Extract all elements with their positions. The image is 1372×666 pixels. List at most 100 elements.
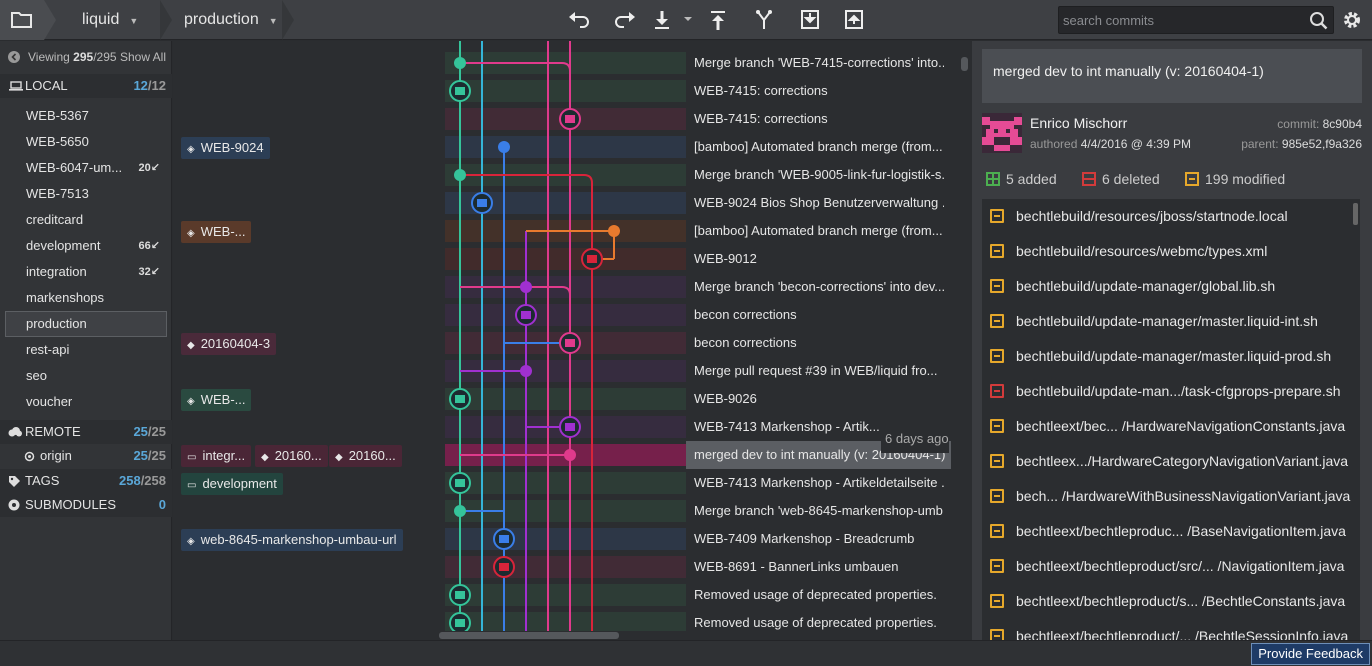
ref-label-web-8645[interactable]: ◈ web-8645-markenshop-umbau-url xyxy=(181,529,403,551)
commit-message[interactable]: merged dev to int manually (v: 20160404-… xyxy=(982,49,1362,103)
branch-name: WEB-7513 xyxy=(26,186,89,201)
commit-avatar-glyph xyxy=(565,423,575,431)
commit-dot xyxy=(608,225,620,237)
submodule-icon xyxy=(8,499,20,511)
local-count: 12/12 xyxy=(133,78,166,93)
file-row[interactable]: bechtleext/bechtleproduc... /BaseNavigat… xyxy=(982,514,1354,549)
commit-avatar-glyph xyxy=(521,311,531,319)
scroll-thumb[interactable] xyxy=(961,57,968,71)
sidebar-branch-item[interactable]: WEB-5367 xyxy=(0,103,172,129)
branch-name: production xyxy=(26,316,87,331)
commit-dot xyxy=(520,365,532,377)
graph-horizontal-scrollbar[interactable] xyxy=(173,631,972,640)
viewing-row: Viewing 295/295 Show All xyxy=(0,45,172,69)
repo-name: liquid xyxy=(82,11,120,28)
sidebar-branch-item[interactable]: seo xyxy=(0,363,172,389)
pop-button[interactable] xyxy=(842,8,868,32)
commit-avatar-glyph xyxy=(455,87,465,95)
ref-label-tag-b[interactable]: ◆ 20160... xyxy=(329,445,402,467)
file-row[interactable]: bechtlebuild/update-man.../task-cfgprops… xyxy=(982,374,1354,409)
file-path: bechtlebuild/resources/jboss/startnode.l… xyxy=(1016,208,1288,224)
file-row[interactable]: bechtlebuild/resources/jboss/startnode.l… xyxy=(982,199,1354,234)
repo-selector[interactable]: liquid ▼ xyxy=(82,0,138,40)
commit-avatar-glyph xyxy=(499,563,509,571)
show-all-link[interactable]: Show All xyxy=(120,45,166,69)
tags-count: 258/258 xyxy=(118,473,166,488)
file-row[interactable]: bechtlebuild/update-manager/master.liqui… xyxy=(982,304,1354,339)
redo-button[interactable] xyxy=(612,8,638,32)
modified-file-icon xyxy=(990,349,1004,363)
branch-button[interactable] xyxy=(752,8,778,32)
toolbar: liquid ▼ production ▼ xyxy=(0,0,1372,40)
settings-button[interactable] xyxy=(1340,8,1364,32)
file-row[interactable]: bechtlebuild/update-manager/global.lib.s… xyxy=(982,269,1354,304)
branch-selector[interactable]: production ▼ xyxy=(184,0,278,40)
remote-origin[interactable]: origin 25/25 xyxy=(0,444,172,468)
file-list-scroll-thumb[interactable] xyxy=(1353,203,1358,225)
author-name: Enrico Mischorr xyxy=(1030,115,1128,131)
sidebar-branch-item[interactable]: voucher xyxy=(0,389,172,415)
tag-icon: ◆ xyxy=(261,452,269,463)
file-row[interactable]: bechtleext/bechtleproduct/s... /BechtleC… xyxy=(982,584,1354,619)
ref-label-web-9024[interactable]: ◈ WEB-9024 xyxy=(181,137,270,159)
modified-file-icon xyxy=(990,244,1004,258)
avatar xyxy=(982,113,1022,153)
sidebar-branch-item[interactable]: WEB-6047-um... 20↙ xyxy=(0,155,172,181)
file-row[interactable]: bechtleex.../HardwareCategoryNavigationV… xyxy=(982,444,1354,479)
file-row[interactable]: bechtleext/bechtleproduct/... /BechtleSe… xyxy=(982,619,1354,640)
tags-section-header[interactable]: TAGS 258/258 xyxy=(0,469,172,493)
sidebar-branch-item[interactable]: WEB-5650 xyxy=(0,129,172,155)
back-arrow-icon[interactable] xyxy=(8,51,20,63)
commit-dot xyxy=(454,505,466,517)
commit-avatar-glyph xyxy=(455,619,465,627)
open-repo-button[interactable] xyxy=(0,0,44,40)
sidebar-branch-item[interactable]: integration 32↙ xyxy=(0,259,172,285)
file-path: bechtleext/bechtleproduc... /BaseNavigat… xyxy=(1016,523,1346,539)
commit-avatar-glyph xyxy=(565,339,575,347)
remote-section-header[interactable]: REMOTE 25/25 xyxy=(0,420,172,444)
sidebar-branch-item[interactable]: rest-api xyxy=(0,337,172,363)
sidebar-branch-item[interactable]: markenshops xyxy=(0,285,172,311)
breadcrumb-separator xyxy=(44,0,56,40)
sidebar: Viewing 295/295 Show All LOCAL 12/12 WEB… xyxy=(0,41,172,640)
provide-feedback-button[interactable]: Provide Feedback xyxy=(1251,643,1370,665)
ref-label-web-short-2[interactable]: ◈ WEB-... xyxy=(181,389,252,411)
search-input[interactable] xyxy=(1063,10,1299,30)
pull-button[interactable] xyxy=(650,8,694,32)
submodules-section-header[interactable]: SUBMODULES 0 xyxy=(0,493,172,517)
graph-vertical-scrollbar[interactable] xyxy=(958,41,972,631)
stash-button[interactable] xyxy=(798,8,824,32)
branch-name: seo xyxy=(26,368,47,383)
sidebar-branch-item[interactable]: WEB-7513 xyxy=(0,181,172,207)
branch-name: WEB-6047-um... xyxy=(26,160,123,175)
undo-button[interactable] xyxy=(566,8,592,32)
folder-icon xyxy=(11,12,32,28)
ref-label-integration[interactable]: ▭ integr... xyxy=(181,445,252,467)
file-row[interactable]: bechtlebuild/update-manager/master.liqui… xyxy=(982,339,1354,374)
file-path: bechtleext/bechtleproduct/s... /BechtleC… xyxy=(1016,593,1346,609)
remote-icon: ◈ xyxy=(187,396,195,407)
ref-label-development[interactable]: ▭ development xyxy=(181,473,283,495)
push-button[interactable] xyxy=(706,8,732,32)
tag-icon xyxy=(9,476,20,487)
added-count: 5 added xyxy=(986,171,1057,187)
file-path: bechtlebuild/update-man.../task-cfgprops… xyxy=(1016,383,1341,399)
file-row[interactable]: bechtleext/bec... /HardwareNavigationCon… xyxy=(982,409,1354,444)
sidebar-branch-item[interactable]: development 66↙ xyxy=(0,233,172,259)
file-row[interactable]: bech... /HardwareWithBusinessNavigationV… xyxy=(982,479,1354,514)
file-row[interactable]: bechtleext/bechtleproduct/src/... /Navig… xyxy=(982,549,1354,584)
branch-name: creditcard xyxy=(26,212,84,227)
pull-icon xyxy=(655,11,692,29)
local-section-header[interactable]: LOCAL 12/12 xyxy=(0,74,172,98)
scroll-thumb[interactable] xyxy=(439,632,619,639)
sidebar-branch-item[interactable]: creditcard xyxy=(0,207,172,233)
ref-label-tag-20160404-3[interactable]: ◆ 20160404-3 xyxy=(181,333,277,355)
ref-label-web-short-1[interactable]: ◈ WEB-... xyxy=(181,221,252,243)
search-icon[interactable] xyxy=(1309,11,1329,31)
sidebar-branch-item[interactable]: production xyxy=(5,311,167,337)
commit-avatar-glyph xyxy=(587,255,597,263)
ref-label-tag-a[interactable]: ◆ 20160... xyxy=(255,445,328,467)
commit-detail-panel: merged dev to int manually (v: 20160404-… xyxy=(972,41,1372,640)
commit-graph[interactable]: Merge branch 'WEB-7415-corrections' into… xyxy=(173,41,958,631)
file-row[interactable]: bechtlebuild/resources/webmc/types.xml xyxy=(982,234,1354,269)
